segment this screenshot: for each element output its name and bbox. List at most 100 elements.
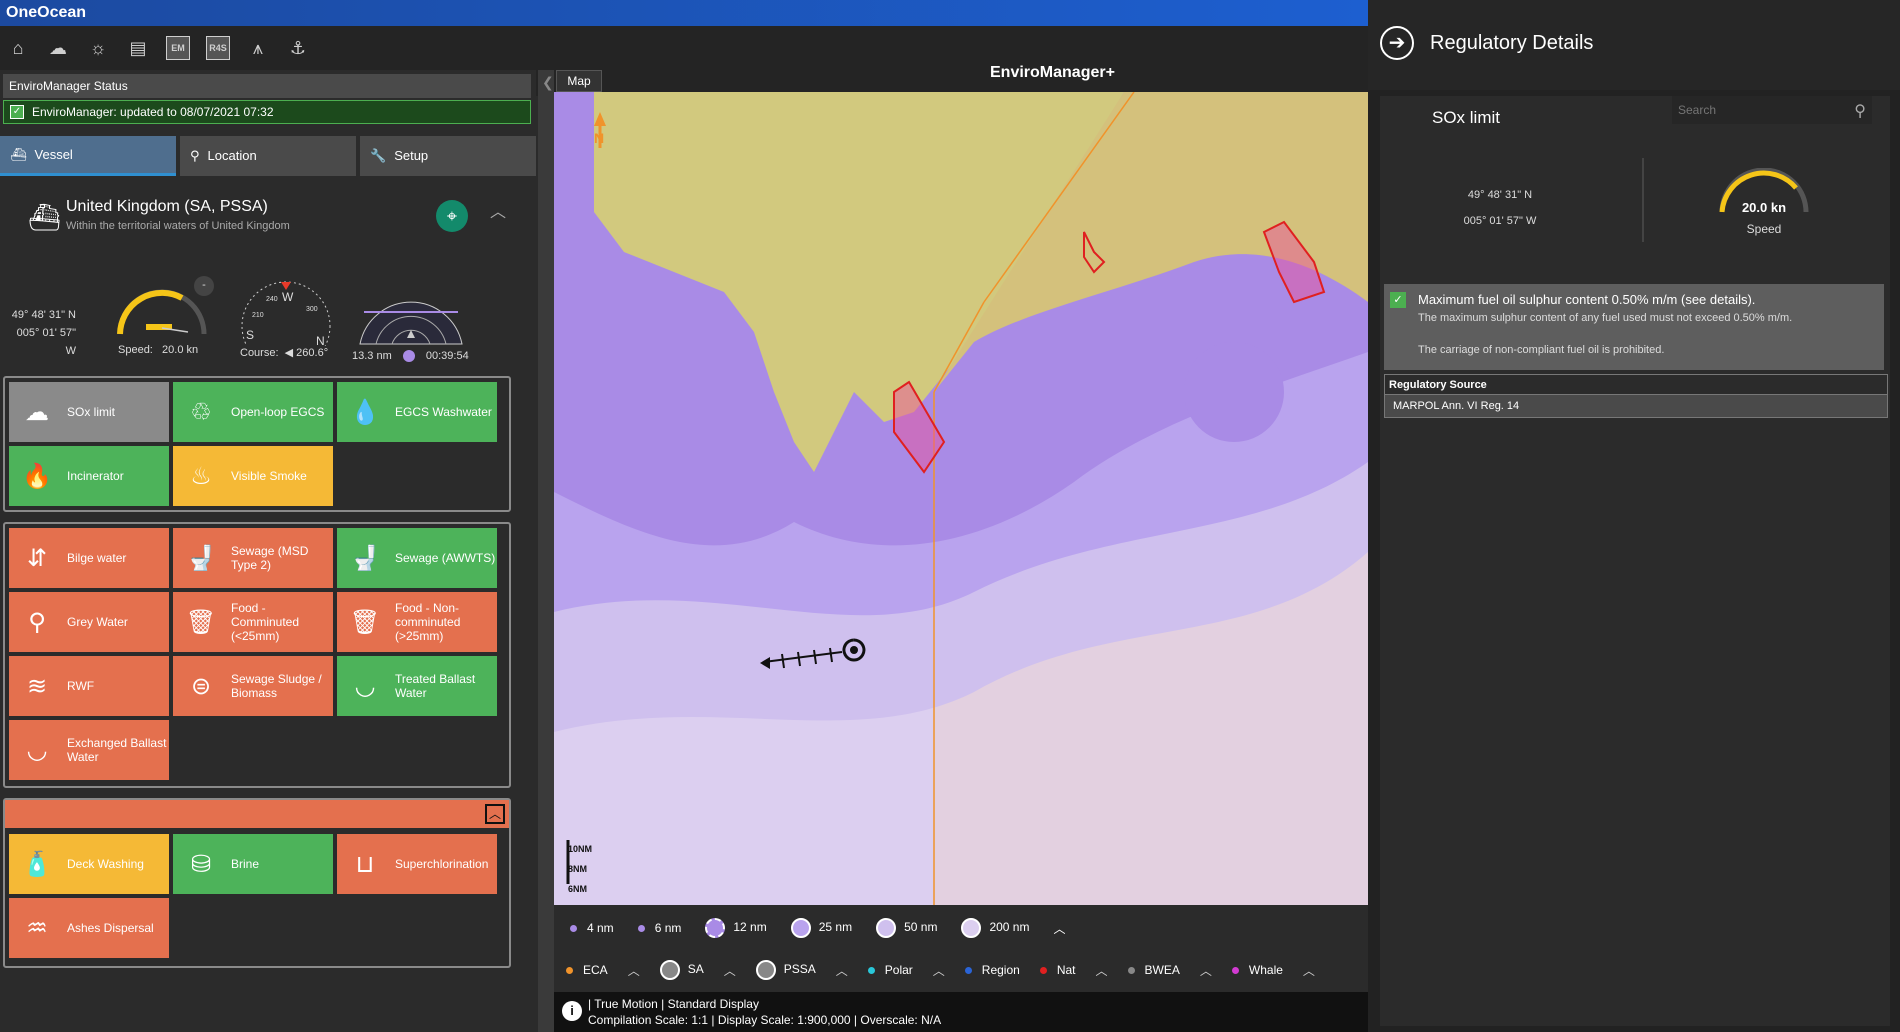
regulation-tile[interactable]: ⚲ Grey Water: [9, 592, 169, 652]
location-name: United Kingdom (SA, PSSA): [66, 198, 268, 215]
search-box[interactable]: ⚲: [1672, 96, 1872, 124]
distance-legend: 4 nm 6 nm 12 nm 25 nm 50 nm 200 nm ︿: [554, 908, 1368, 948]
legend-12nm[interactable]: 12 nm: [705, 918, 767, 938]
dot-icon: [570, 925, 577, 933]
compass-w: W: [282, 290, 294, 304]
legend-4nm[interactable]: 4 nm: [570, 921, 614, 935]
tab-location[interactable]: ⚲ Location: [180, 136, 356, 176]
cloud-upload-icon[interactable]: ☁: [46, 36, 70, 60]
regulation-tile[interactable]: ♲ Open-loop EGCS: [173, 382, 333, 442]
collapse-panel-icon[interactable]: ❮: [542, 74, 554, 91]
regulation-tile[interactable]: ♒ Ashes Dispersal: [9, 898, 169, 958]
wrench-icon: 🔧: [370, 148, 387, 163]
dot-icon: [659, 960, 680, 980]
legend-whale[interactable]: Whale: [1231, 963, 1283, 977]
toilet-icon: 🚽: [186, 544, 216, 572]
panel-divider[interactable]: ❮: [538, 70, 554, 1032]
regulation-tile[interactable]: ⊜ Sewage Sludge / Biomass: [173, 656, 333, 716]
legend-label: 4 nm: [587, 921, 614, 935]
regulation-group-other: ︿ 🧴 Deck Washing ⛁ Brine ⊔ Superchlorination ♒…: [3, 798, 511, 968]
speed-minus-button[interactable]: -: [194, 276, 214, 296]
regulation-tile[interactable]: ♨ Visible Smoke: [173, 446, 333, 506]
locate-button[interactable]: ⌖: [436, 200, 468, 232]
dot-icon: [1039, 967, 1047, 975]
legend-label: Polar: [884, 963, 913, 977]
tab-vessel[interactable]: ⛴ Vessel: [0, 136, 176, 176]
speed-label: Speed: [1746, 222, 1782, 236]
chevron-up-icon[interactable]: ︿: [1303, 962, 1315, 979]
map-canvas[interactable]: [554, 92, 1368, 905]
legend-6nm[interactable]: 6 nm: [637, 921, 682, 935]
chevron-up-icon[interactable]: ︿: [724, 962, 736, 979]
home-icon[interactable]: ⌂: [6, 36, 30, 60]
legend-eca[interactable]: ECA: [566, 963, 608, 977]
regulation-tile[interactable]: ⇵ Bilge water: [9, 528, 169, 588]
regulation-tile[interactable]: 🗑 Food - Comminuted (<25mm): [173, 592, 333, 652]
collapse-button[interactable]: ︿: [485, 804, 505, 824]
tile-label: Sewage Sludge / Biomass: [231, 672, 322, 700]
panel-header: ➔ Regulatory Details: [1368, 0, 1900, 90]
app-title: EnviroManager+: [990, 64, 1115, 81]
regulation-rule-card: ✓ Maximum fuel oil sulphur content 0.50%…: [1384, 284, 1884, 370]
chevron-up-icon[interactable]: ︿: [1096, 962, 1108, 979]
regulation-tile[interactable]: 🧴 Deck Washing: [9, 834, 169, 894]
chevron-up-icon[interactable]: ︿: [836, 962, 848, 979]
em-icon[interactable]: EM: [166, 36, 190, 60]
scale-10: 10NM: [568, 844, 593, 854]
regulation-tile[interactable]: 🚽 Sewage (AWWTS): [337, 528, 497, 588]
status-message: EnviroManager: updated to 08/07/2021 07:…: [32, 105, 274, 119]
compass-tool-icon[interactable]: ⩚: [246, 36, 270, 60]
chevron-up-icon[interactable]: ︿: [933, 962, 945, 979]
tap-icon: ⚲: [28, 608, 46, 636]
anchor-icon[interactable]: ⚓: [286, 36, 310, 60]
tile-label: Open-loop EGCS: [231, 405, 325, 419]
divider: [1642, 158, 1644, 242]
regulation-tile[interactable]: ⊔ Superchlorination: [337, 834, 497, 894]
legend-50nm[interactable]: 50 nm: [876, 918, 937, 938]
regulation-tile[interactable]: ⛁ Brine: [173, 834, 333, 894]
map-tab[interactable]: Map: [556, 70, 602, 92]
regulation-tile[interactable]: ◡ Treated Ballast Water: [337, 656, 497, 716]
chevron-up-icon[interactable]: ︿: [1200, 962, 1212, 979]
regulation-tile[interactable]: 💧 EGCS Washwater: [337, 382, 497, 442]
regulation-tile[interactable]: ◡ Exchanged Ballast Water: [9, 720, 169, 780]
regulation-tile[interactable]: 🚽 Sewage (MSD Type 2): [173, 528, 333, 588]
panel-body: SOx limit ⚲ 49° 48' 31" N 005° 01' 57" W…: [1380, 96, 1890, 1026]
chart-icon[interactable]: ▤: [126, 36, 150, 60]
bin-icon: 🗑: [185, 608, 217, 636]
legend-25nm[interactable]: 25 nm: [790, 918, 852, 938]
info-icon[interactable]: i: [562, 1001, 582, 1021]
legend-pssa[interactable]: PSSA: [755, 960, 816, 980]
tile-label: Incinerator: [67, 469, 124, 483]
legend-polar[interactable]: Polar: [867, 963, 913, 977]
deck-wash-icon: 🧴: [22, 850, 52, 878]
regulation-tile[interactable]: 🔥 Incinerator: [9, 446, 169, 506]
sox-icon: ☁: [25, 398, 49, 426]
chevron-up-icon[interactable]: ︿: [490, 198, 506, 222]
chevron-up-icon[interactable]: ︿: [1053, 920, 1065, 937]
chevron-up-icon[interactable]: ︿: [628, 962, 640, 979]
regulation-tile[interactable]: ≋ RWF: [9, 656, 169, 716]
legend-sa[interactable]: SA: [659, 960, 704, 980]
tile-label: Deck Washing: [67, 857, 144, 871]
tile-label: Sewage (AWWTS): [395, 551, 496, 565]
legend-nat[interactable]: Nat: [1039, 963, 1076, 977]
regulation-tile[interactable]: ☁ SOx limit: [9, 382, 169, 442]
legend-label: 12 nm: [733, 920, 767, 935]
circle-icon: [961, 918, 982, 938]
back-button[interactable]: ➔: [1380, 26, 1414, 60]
source-value[interactable]: MARPOL Ann. VI Reg. 14: [1385, 395, 1887, 417]
regulation-group-air: ☁ SOx limit ♲ Open-loop EGCS 💧 EGCS Washwater…: [3, 376, 511, 512]
map-view[interactable]: N 10NM 8NM 6NM: [554, 92, 1368, 905]
r4s-icon[interactable]: R4S: [206, 36, 230, 60]
search-input[interactable]: [1672, 96, 1842, 124]
ashes-icon: ♒: [26, 914, 48, 942]
weather-icon[interactable]: ☼: [86, 36, 110, 60]
legend-bwea[interactable]: BWEA: [1127, 963, 1180, 977]
legend-region[interactable]: Region: [964, 963, 1020, 977]
search-icon[interactable]: ⚲: [1854, 101, 1866, 121]
tab-setup[interactable]: 🔧 Setup: [360, 136, 536, 176]
regulation-tile[interactable]: 🗑 Food - Non-comminuted (>25mm): [337, 592, 497, 652]
legend-label: 6 nm: [654, 921, 682, 935]
legend-200nm[interactable]: 200 nm: [961, 918, 1029, 938]
